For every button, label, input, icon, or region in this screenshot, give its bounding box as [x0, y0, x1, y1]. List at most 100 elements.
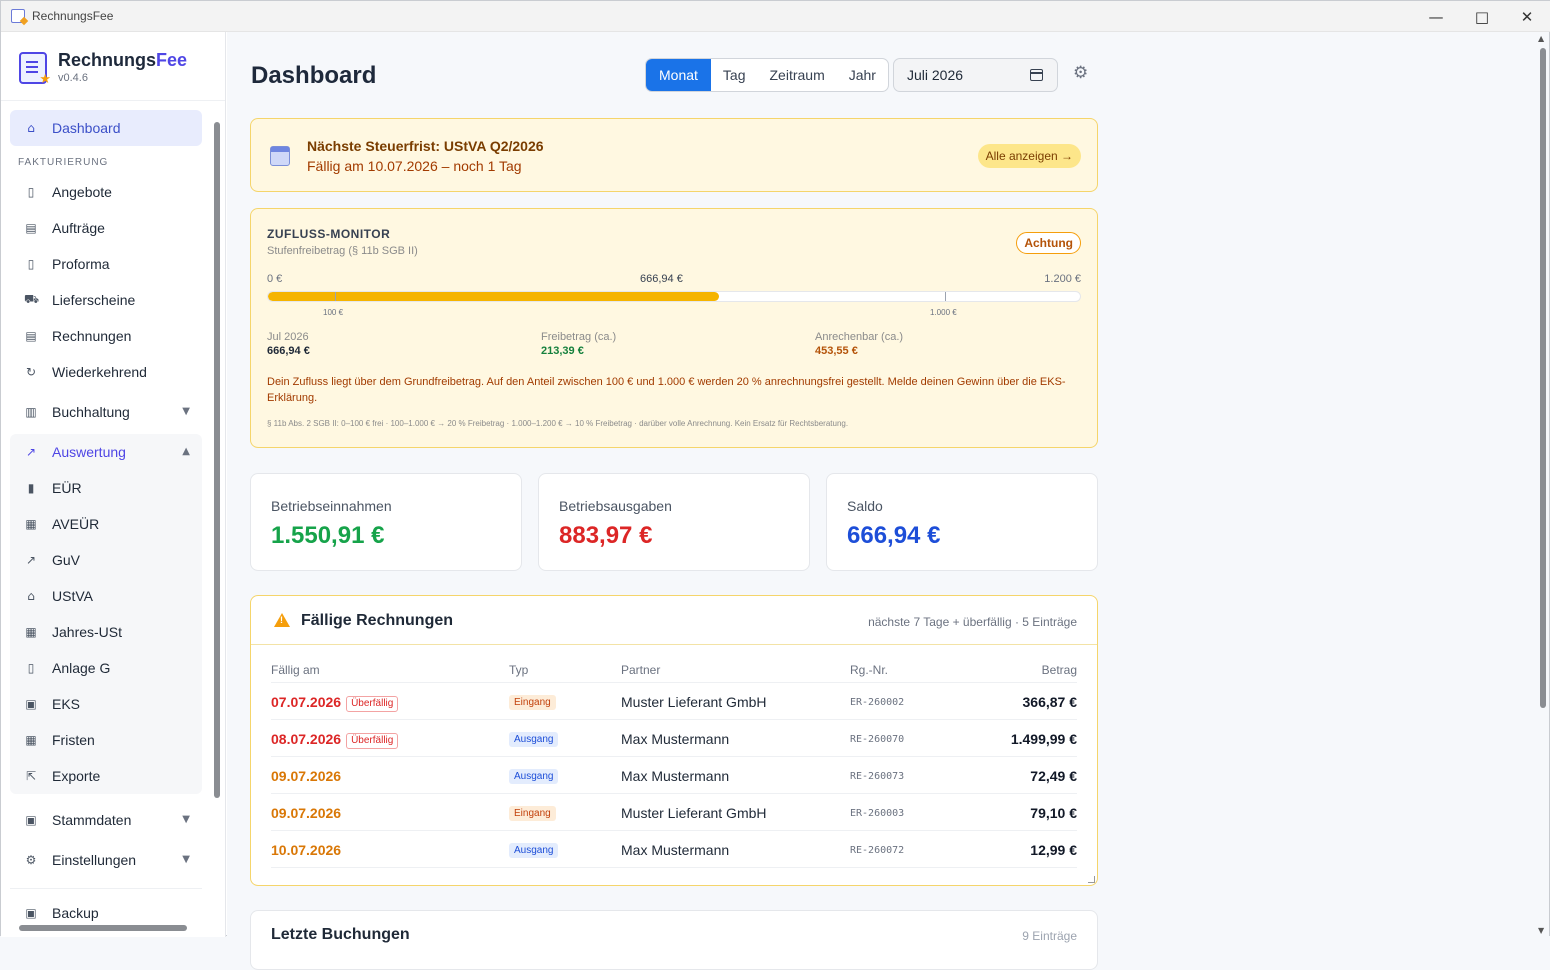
- table-row[interactable]: 10.07.2026 Ausgang Max Mustermann RE-260072…: [271, 831, 1077, 868]
- sidebar-item-proforma[interactable]: ▯ Proforma: [10, 246, 202, 282]
- show-all-button[interactable]: Alle anzeigen →: [977, 144, 1081, 168]
- sidebar-item-auswertung[interactable]: ↗ Auswertung ▲: [10, 434, 202, 470]
- sidebar-item-stammdaten[interactable]: ▣ Stammdaten ▼: [10, 802, 202, 838]
- monitor-title: ZUFLUSS-MONITOR: [267, 227, 391, 241]
- building-icon: ▦: [25, 517, 37, 531]
- close-icon[interactable]: ✕: [1504, 1, 1550, 32]
- invoice-amount: 1.499,99 €: [1010, 731, 1077, 747]
- column-header: Rg.-Nr.: [850, 663, 889, 677]
- table-row[interactable]: 09.07.2026 Ausgang Max Mustermann RE-260073…: [271, 757, 1077, 794]
- sidebar-item-ustva[interactable]: ⌂ UStVA: [10, 578, 202, 614]
- chevron-up-icon: ▲: [182, 446, 190, 457]
- partner-name: Max Mustermann: [621, 768, 730, 784]
- sidebar: RechnungsFee v0.4.6 ⌂Dashboard FAKTURIER…: [1, 32, 226, 937]
- month-picker-value: Juli 2026: [907, 67, 964, 83]
- page-title: Dashboard: [251, 62, 377, 89]
- invoice-amount: 12,99 €: [1030, 842, 1077, 858]
- stat-month: Jul 2026 666,94 €: [267, 331, 310, 357]
- section-label-fakturierung: FAKTURIERUNG: [18, 157, 109, 168]
- status-badge: Achtung: [1016, 232, 1081, 254]
- sidebar-item-eks[interactable]: ▣ EKS: [10, 686, 202, 722]
- table-row[interactable]: 09.07.2026 Eingang Muster Lieferant GmbH ER…: [271, 794, 1077, 831]
- sidebar-item-lieferscheine[interactable]: ⛟ Lieferscheine: [10, 282, 202, 318]
- main-content: Dashboard Monat Tag Zeitraum Jahr Juli 2…: [227, 32, 1537, 970]
- due-date: 07.07.2026 Überfällig: [271, 694, 399, 712]
- stat-anrechenbar: Anrechenbar (ca.) 453,55 €: [815, 331, 904, 357]
- bank-icon: ⌂: [27, 589, 35, 603]
- sidebar-item-angebote[interactable]: ▯ Angebote: [10, 174, 202, 210]
- bar-chart-icon: ▮: [27, 481, 35, 495]
- scroll-down-icon[interactable]: ▼: [1538, 926, 1544, 935]
- sidebar-item-einstellungen[interactable]: ⚙ Einstellungen ▼: [10, 842, 202, 878]
- sidebar-item-wiederkehrend[interactable]: ↻ Wiederkehrend: [10, 354, 202, 390]
- card-einnahmen: Betriebseinnahmen 1.550,91 €: [250, 473, 522, 571]
- invoice-amount: 79,10 €: [1030, 805, 1077, 821]
- calendar-icon: [270, 146, 290, 166]
- app-icon: [11, 9, 25, 23]
- sidebar-item-dashboard[interactable]: ⌂ Dashboard: [10, 110, 202, 146]
- sidebar-horizontal-scrollbar[interactable]: [7, 922, 207, 934]
- title-bar: RechnungsFee — □ ✕: [1, 1, 1550, 32]
- type-badge: Ausgang: [509, 769, 559, 784]
- table-row[interactable]: 07.07.2026 Überfällig Eingang Muster Liefer…: [271, 683, 1077, 720]
- sidebar-scrollbar[interactable]: [213, 110, 221, 922]
- partner-name: Muster Lieferant GmbH: [621, 694, 767, 710]
- column-header: Fällig am: [271, 663, 320, 677]
- sidebar-item-auftraege[interactable]: ▤ Aufträge: [10, 210, 202, 246]
- resize-handle[interactable]: [1088, 876, 1095, 883]
- sidebar-item-jahres-ust[interactable]: ▦ Jahres-USt: [10, 614, 202, 650]
- period-tab-monat[interactable]: Monat: [646, 59, 711, 91]
- table-row[interactable]: 08.07.2026 Überfällig Ausgang Max Musterman…: [271, 720, 1077, 757]
- bar-min-label: 0 €: [267, 273, 283, 285]
- brand: RechnungsFee v0.4.6: [19, 50, 188, 87]
- month-picker[interactable]: Juli 2026: [893, 58, 1058, 92]
- period-tab-tag[interactable]: Tag: [711, 59, 758, 91]
- trending-icon: ↗: [25, 445, 37, 459]
- period-tab-zeitraum[interactable]: Zeitraum: [758, 59, 837, 91]
- main-scrollbar[interactable]: ▲ ▼: [1537, 32, 1549, 937]
- trending-icon: ↗: [25, 553, 37, 567]
- maximize-icon[interactable]: □: [1459, 1, 1505, 32]
- sidebar-item-eur[interactable]: ▮ EÜR: [10, 470, 202, 506]
- minimize-icon[interactable]: —: [1413, 1, 1459, 32]
- scroll-up-icon[interactable]: ▲: [1538, 34, 1544, 43]
- sidebar-nav: ⌂ Dashboard FAKTURIERUNG ▯ Angebote ▤ Auftr…: [10, 110, 202, 931]
- sidebar-item-anlage-g[interactable]: ▯ Anlage G: [10, 650, 202, 686]
- partner-name: Max Mustermann: [621, 731, 730, 747]
- scrollbar-thumb[interactable]: [19, 925, 187, 931]
- column-header: Betrag: [1041, 663, 1077, 677]
- sidebar-item-aveur[interactable]: ▦ AVEÜR: [10, 506, 202, 542]
- settings-gear-icon[interactable]: ⚙: [1073, 63, 1088, 83]
- bar-max-label: 1.200 €: [1044, 273, 1081, 285]
- sidebar-item-rechnungen[interactable]: ▤ Rechnungen: [10, 318, 202, 354]
- home-icon: ⌂: [27, 121, 35, 135]
- partner-name: Muster Lieferant GmbH: [621, 805, 767, 821]
- app-window: RechnungsFee — □ ✕ RechnungsFee v0.4.6 ⌂…: [0, 0, 1550, 970]
- period-tab-jahr[interactable]: Jahr: [837, 59, 888, 91]
- divider: [1, 100, 225, 101]
- warning-icon: [274, 613, 290, 627]
- sidebar-item-guv[interactable]: ↗ GuV: [10, 542, 202, 578]
- scrollbar-thumb[interactable]: [214, 122, 220, 798]
- due-title: Fällige Rechnungen: [301, 612, 454, 629]
- sidebar-item-buchhaltung[interactable]: ▥ Buchhaltung ▼: [10, 394, 202, 430]
- sidebar-item-fristen[interactable]: ▦ Fristen: [10, 722, 202, 758]
- type-badge: Ausgang: [509, 732, 559, 747]
- due-date: 08.07.2026 Überfällig: [271, 731, 399, 749]
- chevron-down-icon: ▼: [182, 814, 190, 825]
- due-date: 09.07.2026: [271, 768, 342, 784]
- card-ausgaben: Betriebsausgaben 883,97 €: [538, 473, 810, 571]
- scrollbar-thumb[interactable]: [1540, 48, 1546, 708]
- monitor-message: Dein Zufluss liegt über dem Grundfreibet…: [267, 376, 1066, 404]
- brand-name: RechnungsFee: [58, 50, 188, 70]
- due-summary: nächste 7 Tage + überfällig · 5 Einträge: [868, 615, 1077, 629]
- tick-label-1000: 1.000 €: [930, 308, 957, 317]
- window-title: RechnungsFee: [32, 9, 114, 23]
- divider: [10, 888, 202, 889]
- tick-mark: [945, 292, 946, 301]
- sidebar-item-exporte[interactable]: ⇱ Exporte: [10, 758, 202, 794]
- due-invoices-panel: Fällige Rechnungen nächste 7 Tage + über…: [250, 595, 1098, 886]
- divider: [251, 644, 1097, 645]
- tax-deadline-alert: Nächste Steuerfrist: UStVA Q2/2026 Fälli…: [250, 118, 1098, 192]
- calendar-icon[interactable]: [1030, 69, 1043, 81]
